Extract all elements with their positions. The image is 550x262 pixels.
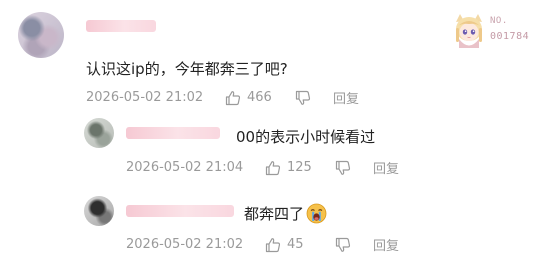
reply-button[interactable]: 回复 [373, 158, 399, 177]
anime-mascot-icon [456, 14, 482, 48]
like-count: 125 [287, 160, 312, 175]
like-button[interactable]: 45 [265, 237, 335, 253]
thumbs-up-icon [265, 160, 281, 175]
thumbs-down-icon [335, 160, 351, 175]
dislike-button[interactable] [295, 90, 333, 106]
thumbs-down-icon [335, 237, 351, 252]
like-button[interactable]: 125 [265, 160, 335, 176]
username-blurred[interactable] [86, 20, 156, 32]
like-count: 45 [287, 237, 304, 252]
reply-button[interactable]: 回复 [333, 88, 359, 107]
like-count: 466 [247, 90, 272, 105]
dislike-button[interactable] [335, 160, 373, 176]
comment-time: 2026-05-02 21:02 [86, 90, 204, 105]
fan-badge: NO. 001784 [452, 12, 538, 50]
reply-text: 都奔四了 [244, 205, 305, 223]
thumbs-up-icon [225, 90, 241, 105]
reply-avatar[interactable] [84, 196, 114, 226]
reply-text: 00的表示小时候看过 [236, 128, 376, 146]
badge-label: NO. [490, 16, 508, 26]
crying-face-emoji-icon [306, 203, 327, 224]
comment-text: 认识这ip的，今年都奔三了吧? [86, 60, 288, 78]
reply-text-row: 都奔四了 [244, 203, 327, 224]
reply-username-blurred[interactable] [126, 127, 220, 139]
thumbs-up-icon [265, 237, 281, 252]
reply-time: 2026-05-02 21:04 [126, 160, 244, 175]
thumbs-down-icon [295, 90, 311, 105]
reply-time: 2026-05-02 21:02 [126, 237, 244, 252]
badge-number: 001784 [490, 31, 530, 42]
dislike-button[interactable] [335, 237, 373, 253]
reply-username-blurred[interactable] [126, 205, 234, 217]
avatar[interactable] [18, 12, 64, 58]
reply-meta: 2026-05-02 21:04 125 回复 [126, 158, 399, 177]
comment-meta: 2026-05-02 21:02 466 回复 [86, 88, 359, 107]
reply-button[interactable]: 回复 [373, 235, 399, 254]
like-button[interactable]: 466 [225, 90, 295, 106]
reply-avatar[interactable] [84, 118, 114, 148]
reply-meta: 2026-05-02 21:02 45 回复 [126, 235, 399, 254]
